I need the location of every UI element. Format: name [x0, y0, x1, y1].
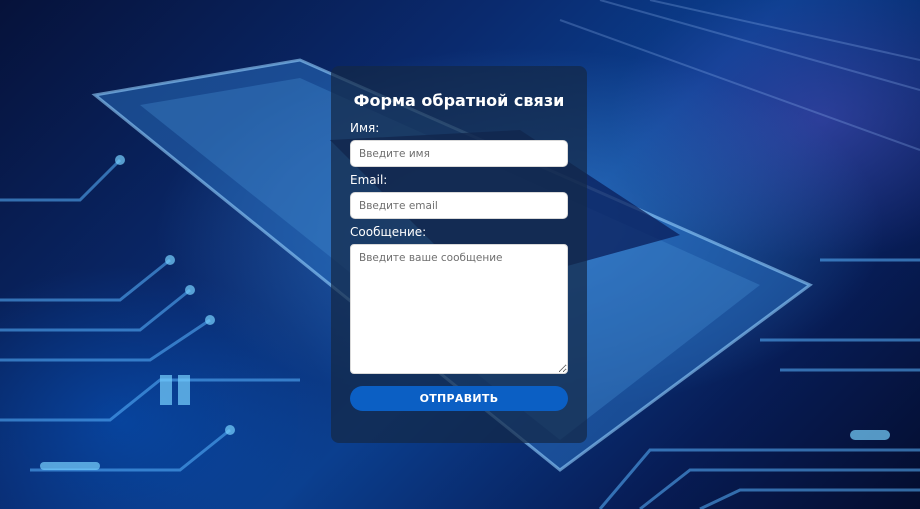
message-label: Сообщение:	[350, 225, 427, 239]
submit-button[interactable]: ОТПРАВИТЬ	[350, 386, 568, 411]
email-label: Email:	[350, 173, 388, 187]
name-label: Имя:	[350, 121, 380, 135]
name-input[interactable]	[350, 140, 568, 167]
message-textarea[interactable]	[350, 244, 568, 374]
feedback-form: Форма обратной связи Имя: Email: Сообщен…	[331, 66, 587, 443]
email-input[interactable]	[350, 192, 568, 219]
form-title: Форма обратной связи	[353, 91, 565, 110]
